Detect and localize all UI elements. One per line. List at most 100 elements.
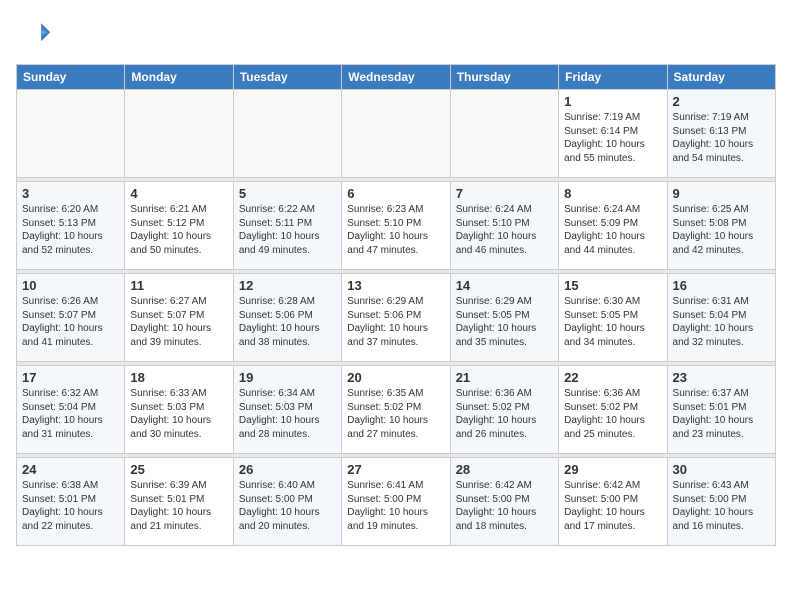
cell-text: Sunrise: 6:36 AM Sunset: 5:02 PM Dayligh… xyxy=(456,387,553,441)
day-number: 4 xyxy=(130,186,227,201)
day-number: 14 xyxy=(456,278,553,293)
weekday-header-sunday: Sunday xyxy=(17,65,125,90)
day-number: 23 xyxy=(673,370,770,385)
calendar-cell: 29 Sunrise: 6:42 AM Sunset: 5:00 PM Dayli… xyxy=(559,458,667,546)
day-number: 30 xyxy=(673,462,770,477)
calendar-cell: 16 Sunrise: 6:31 AM Sunset: 5:04 PM Dayli… xyxy=(667,274,775,362)
calendar-cell: 22Sunrise: 6:36 AM Sunset: 5:02 PM Dayli… xyxy=(559,366,667,454)
cell-text: Sunrise: 6:36 AM Sunset: 5:02 PM Dayligh… xyxy=(564,387,661,441)
day-number: 25 xyxy=(130,462,227,477)
week-row-4: 17 Sunrise: 6:32 AM Sunset: 5:04 PM Dayli… xyxy=(17,366,776,454)
cell-text: Sunrise: 6:26 AM Sunset: 5:07 PM Dayligh… xyxy=(22,295,119,349)
day-number: 16 xyxy=(673,278,770,293)
cell-text: Sunrise: 6:23 AM Sunset: 5:10 PM Dayligh… xyxy=(347,203,444,257)
day-number: 15 xyxy=(564,278,661,293)
calendar-cell xyxy=(17,90,125,178)
calendar-cell xyxy=(450,90,558,178)
day-number: 28 xyxy=(456,462,553,477)
day-number: 7 xyxy=(456,186,553,201)
calendar-cell: 5 Sunrise: 6:22 AM Sunset: 5:11 PM Daylig… xyxy=(233,182,341,270)
cell-text: Sunrise: 6:42 AM Sunset: 5:00 PM Dayligh… xyxy=(456,479,553,533)
cell-text: Sunrise: 6:21 AM Sunset: 5:12 PM Dayligh… xyxy=(130,203,227,257)
week-row-2: 3 Sunrise: 6:20 AM Sunset: 5:13 PM Daylig… xyxy=(17,182,776,270)
cell-text: Sunrise: 6:25 AM Sunset: 5:08 PM Dayligh… xyxy=(673,203,770,257)
calendar-cell: 30 Sunrise: 6:43 AM Sunset: 5:00 PM Dayli… xyxy=(667,458,775,546)
cell-text: Sunrise: 6:35 AM Sunset: 5:02 PM Dayligh… xyxy=(347,387,444,441)
cell-text: Sunrise: 6:28 AM Sunset: 5:06 PM Dayligh… xyxy=(239,295,336,349)
cell-text: Sunrise: 6:29 AM Sunset: 5:05 PM Dayligh… xyxy=(456,295,553,349)
day-number: 11 xyxy=(130,278,227,293)
calendar-cell: 21 Sunrise: 6:36 AM Sunset: 5:02 PM Dayli… xyxy=(450,366,558,454)
weekday-header-friday: Friday xyxy=(559,65,667,90)
day-number: 12 xyxy=(239,278,336,293)
calendar-cell: 1 Sunrise: 7:19 AM Sunset: 6:14 PM Daylig… xyxy=(559,90,667,178)
calendar-cell xyxy=(233,90,341,178)
cell-text: Sunrise: 6:37 AM Sunset: 5:01 PM Dayligh… xyxy=(673,387,770,441)
calendar-cell xyxy=(342,90,450,178)
day-number: 27 xyxy=(347,462,444,477)
cell-text: Sunrise: 6:38 AM Sunset: 5:01 PM Dayligh… xyxy=(22,479,119,533)
calendar-cell: 18 Sunrise: 6:33 AM Sunset: 5:03 PM Dayli… xyxy=(125,366,233,454)
cell-text: Sunrise: 6:39 AM Sunset: 5:01 PM Dayligh… xyxy=(130,479,227,533)
calendar-cell: 28 Sunrise: 6:42 AM Sunset: 5:00 PM Dayli… xyxy=(450,458,558,546)
week-row-3: 10Sunrise: 6:26 AM Sunset: 5:07 PM Dayli… xyxy=(17,274,776,362)
calendar-cell: 2 Sunrise: 7:19 AM Sunset: 6:13 PM Daylig… xyxy=(667,90,775,178)
day-number: 29 xyxy=(564,462,661,477)
calendar-cell: 10Sunrise: 6:26 AM Sunset: 5:07 PM Dayli… xyxy=(17,274,125,362)
day-number: 20 xyxy=(347,370,444,385)
cell-text: Sunrise: 6:30 AM Sunset: 5:05 PM Dayligh… xyxy=(564,295,661,349)
calendar-cell: 9Sunrise: 6:25 AM Sunset: 5:08 PM Daylig… xyxy=(667,182,775,270)
calendar-cell: 11 Sunrise: 6:27 AM Sunset: 5:07 PM Dayli… xyxy=(125,274,233,362)
cell-text: Sunrise: 6:31 AM Sunset: 5:04 PM Dayligh… xyxy=(673,295,770,349)
day-number: 24 xyxy=(22,462,119,477)
calendar-cell: 23 Sunrise: 6:37 AM Sunset: 5:01 PM Dayli… xyxy=(667,366,775,454)
calendar-cell: 4 Sunrise: 6:21 AM Sunset: 5:12 PM Daylig… xyxy=(125,182,233,270)
calendar-cell xyxy=(125,90,233,178)
calendar-cell: 15 Sunrise: 6:30 AM Sunset: 5:05 PM Dayli… xyxy=(559,274,667,362)
cell-text: Sunrise: 6:41 AM Sunset: 5:00 PM Dayligh… xyxy=(347,479,444,533)
day-number: 8 xyxy=(564,186,661,201)
day-number: 3 xyxy=(22,186,119,201)
logo xyxy=(16,16,56,52)
week-row-1: 1 Sunrise: 7:19 AM Sunset: 6:14 PM Daylig… xyxy=(17,90,776,178)
cell-text: Sunrise: 7:19 AM Sunset: 6:13 PM Dayligh… xyxy=(673,111,770,165)
cell-text: Sunrise: 6:22 AM Sunset: 5:11 PM Dayligh… xyxy=(239,203,336,257)
week-row-5: 24 Sunrise: 6:38 AM Sunset: 5:01 PM Dayli… xyxy=(17,458,776,546)
cell-text: Sunrise: 7:19 AM Sunset: 6:14 PM Dayligh… xyxy=(564,111,661,165)
cell-text: Sunrise: 6:42 AM Sunset: 5:00 PM Dayligh… xyxy=(564,479,661,533)
logo-icon xyxy=(16,16,52,52)
weekday-header-row: SundayMondayTuesdayWednesdayThursdayFrid… xyxy=(17,65,776,90)
calendar-cell: 14 Sunrise: 6:29 AM Sunset: 5:05 PM Dayli… xyxy=(450,274,558,362)
day-number: 1 xyxy=(564,94,661,109)
cell-text: Sunrise: 6:24 AM Sunset: 5:09 PM Dayligh… xyxy=(564,203,661,257)
cell-text: Sunrise: 6:32 AM Sunset: 5:04 PM Dayligh… xyxy=(22,387,119,441)
cell-text: Sunrise: 6:24 AM Sunset: 5:10 PM Dayligh… xyxy=(456,203,553,257)
day-number: 17 xyxy=(22,370,119,385)
calendar-cell: 7 Sunrise: 6:24 AM Sunset: 5:10 PM Daylig… xyxy=(450,182,558,270)
calendar-cell: 13 Sunrise: 6:29 AM Sunset: 5:06 PM Dayli… xyxy=(342,274,450,362)
weekday-header-saturday: Saturday xyxy=(667,65,775,90)
day-number: 5 xyxy=(239,186,336,201)
day-number: 21 xyxy=(456,370,553,385)
day-number: 2 xyxy=(673,94,770,109)
weekday-header-thursday: Thursday xyxy=(450,65,558,90)
day-number: 13 xyxy=(347,278,444,293)
weekday-header-tuesday: Tuesday xyxy=(233,65,341,90)
calendar-cell: 24 Sunrise: 6:38 AM Sunset: 5:01 PM Dayli… xyxy=(17,458,125,546)
calendar-cell: 20 Sunrise: 6:35 AM Sunset: 5:02 PM Dayli… xyxy=(342,366,450,454)
cell-text: Sunrise: 6:40 AM Sunset: 5:00 PM Dayligh… xyxy=(239,479,336,533)
day-number: 6 xyxy=(347,186,444,201)
day-number: 26 xyxy=(239,462,336,477)
calendar-cell: 6 Sunrise: 6:23 AM Sunset: 5:10 PM Daylig… xyxy=(342,182,450,270)
cell-text: Sunrise: 6:43 AM Sunset: 5:00 PM Dayligh… xyxy=(673,479,770,533)
calendar-cell: 17 Sunrise: 6:32 AM Sunset: 5:04 PM Dayli… xyxy=(17,366,125,454)
page-header xyxy=(16,16,776,52)
cell-text: Sunrise: 6:34 AM Sunset: 5:03 PM Dayligh… xyxy=(239,387,336,441)
cell-text: Sunrise: 6:33 AM Sunset: 5:03 PM Dayligh… xyxy=(130,387,227,441)
cell-text: Sunrise: 6:20 AM Sunset: 5:13 PM Dayligh… xyxy=(22,203,119,257)
day-number: 19 xyxy=(239,370,336,385)
cell-text: Sunrise: 6:29 AM Sunset: 5:06 PM Dayligh… xyxy=(347,295,444,349)
calendar-table: SundayMondayTuesdayWednesdayThursdayFrid… xyxy=(16,64,776,546)
day-number: 18 xyxy=(130,370,227,385)
cell-text: Sunrise: 6:27 AM Sunset: 5:07 PM Dayligh… xyxy=(130,295,227,349)
